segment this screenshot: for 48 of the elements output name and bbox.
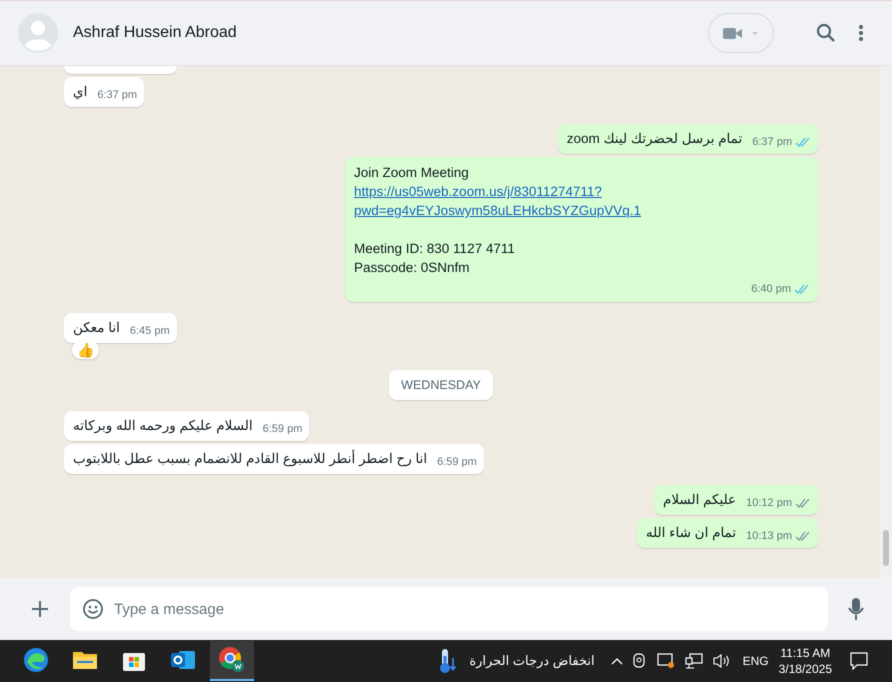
notification-icon[interactable] (850, 652, 868, 670)
display-icon[interactable] (656, 653, 675, 669)
microphone-icon[interactable] (848, 597, 864, 621)
message-text: اي (73, 83, 88, 102)
message-time: 6:37 pm (752, 135, 792, 149)
message-text: انا رح اضطر أنطر للاسبوع القادم للانضمام بسبب عطل باللابتوب (73, 449, 428, 468)
thermometer-icon[interactable] (439, 648, 458, 674)
search-icon[interactable] (816, 23, 836, 43)
message-text: تمام ان شاء الله (646, 524, 736, 542)
message-time: 10:13 pm (746, 529, 792, 543)
folder-icon (72, 649, 98, 671)
browser-icon (218, 646, 246, 674)
meeting-link[interactable]: https://us05web.zoom.us/j/83011274711? (354, 182, 642, 201)
clock-date[interactable]: 3/18/2025 (778, 661, 832, 677)
message-time: 6:59 pm (262, 422, 302, 436)
scrollbar-thumb[interactable] (883, 530, 889, 566)
menu-icon[interactable] (858, 24, 864, 42)
taskbar-app-button[interactable] (210, 641, 254, 681)
message-text: عليكم السلام (663, 491, 736, 510)
network-icon[interactable] (684, 653, 703, 669)
message-time: 6:37 pm (97, 88, 138, 102)
message-time: 6:45 pm (130, 324, 170, 338)
weather-text[interactable]: انخفاض درجات الحرارة (469, 653, 595, 669)
message-text: Passcode: 0SNnfm (354, 259, 471, 277)
clock-time[interactable]: 11:15 AM (780, 645, 830, 661)
emoji-icon[interactable] (82, 598, 104, 620)
swirl-browser-icon (23, 647, 49, 673)
volume-icon[interactable] (712, 653, 731, 669)
mail-app-icon (170, 648, 196, 672)
message-text: انا معكن (73, 319, 120, 338)
message-text: السلام عليكم ورحمه الله وبركاته (73, 417, 253, 436)
meeting-link[interactable]: pwd=eg4vEYJoswym58uLEHkcbSYZGupVVq.1 (354, 201, 642, 220)
message-text: تمام برسل لحضرتك لينك zoom (566, 130, 742, 148)
scrollbar[interactable] (880, 66, 892, 578)
caret-icon[interactable] (610, 657, 623, 665)
language-indicator[interactable]: ENG (742, 654, 769, 668)
message-time: 10:12 pm (746, 496, 792, 510)
contact-name[interactable]: Ashraf Hussein Abroad (73, 24, 237, 42)
date-divider: WEDNESDAY (389, 370, 493, 400)
message-time: 6:59 pm (437, 455, 477, 469)
message-text: Join Zoom Meeting (354, 164, 470, 182)
video-call-button[interactable] (708, 13, 774, 53)
webcam-icon[interactable] (632, 653, 647, 669)
message-field[interactable]: Type a message (70, 587, 828, 631)
message-text: Meeting ID: 830 1127 4711 (354, 240, 515, 258)
video-camera-icon (723, 26, 759, 40)
plus-icon[interactable] (30, 599, 50, 619)
message-time: 6:40 pm (751, 282, 791, 296)
